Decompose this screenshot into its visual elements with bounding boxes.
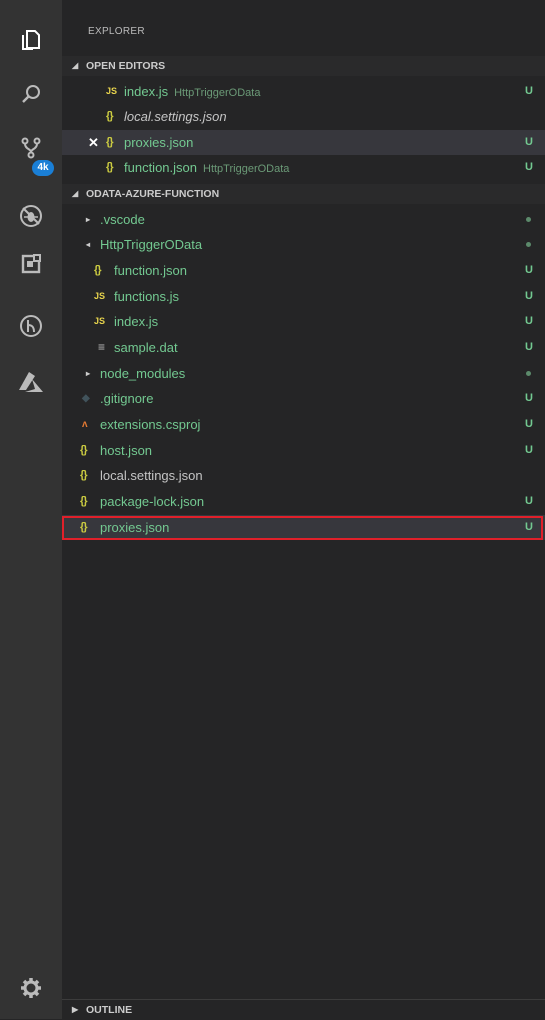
json-file-icon: {} <box>80 444 88 456</box>
outline-header[interactable]: ▶ OUTLINE <box>62 999 545 1020</box>
file-item[interactable]: JS index.js U <box>62 309 545 334</box>
open-editor-item[interactable]: {} local.settings.json <box>62 104 545 129</box>
activity-bar: 4k <box>0 0 62 1019</box>
search-icon <box>22 85 40 103</box>
file-name: function.json <box>114 263 187 278</box>
extensions-button[interactable] <box>0 240 62 288</box>
text-file-icon: ≡ <box>98 340 106 354</box>
modified-dot <box>526 217 531 222</box>
files-icon <box>22 30 40 50</box>
untracked-status: U <box>525 161 533 173</box>
open-editor-item-active[interactable]: ✕ {} proxies.json U <box>62 130 545 155</box>
untracked-status: U <box>525 341 533 353</box>
open-editor-item[interactable]: JS index.js HttpTriggerOData U <box>62 79 545 104</box>
json-file-icon: {} <box>106 136 114 148</box>
file-item[interactable]: {} local.settings.json <box>62 463 545 488</box>
file-name: node_modules <box>100 366 186 381</box>
file-name: index.js <box>124 84 169 99</box>
debug-button[interactable] <box>0 192 62 240</box>
debug-icon <box>20 205 42 227</box>
chevron-down-icon: ◢ <box>72 61 79 70</box>
git-file-icon: ◆ <box>82 393 90 404</box>
timeline-icon <box>20 315 42 337</box>
close-icon[interactable]: ✕ <box>88 130 99 155</box>
file-description: HttpTriggerOData <box>203 163 290 175</box>
folder-item[interactable]: ▸ .vscode <box>62 207 545 232</box>
file-item[interactable]: ◆ .gitignore U <box>62 386 545 411</box>
gear-icon <box>21 978 41 998</box>
file-item[interactable]: {} package-lock.json U <box>62 489 545 514</box>
json-file-icon: {} <box>80 469 88 481</box>
file-name: .vscode <box>100 212 145 227</box>
open-editors-header[interactable]: ◢ OPEN EDITORS <box>62 56 545 76</box>
file-item[interactable]: {} host.json U <box>62 438 545 463</box>
chevron-right-icon: ▶ <box>72 1005 79 1014</box>
file-name: local.settings.json <box>100 468 203 483</box>
file-name: function.json <box>124 160 197 175</box>
azure-button[interactable] <box>0 358 62 406</box>
file-name: HttpTriggerOData <box>100 237 203 252</box>
file-item[interactable]: JS functions.js U <box>62 284 545 309</box>
untracked-status: U <box>525 290 533 302</box>
untracked-status: U <box>525 444 533 456</box>
explorer-title: EXPLORER <box>88 26 145 37</box>
file-name: extensions.csproj <box>100 417 201 432</box>
file-name: local.settings.json <box>124 109 227 124</box>
file-name: package-lock.json <box>100 494 205 509</box>
file-name: proxies.json <box>124 135 194 150</box>
chevron-right-icon: ▸ <box>86 215 91 224</box>
untracked-status: U <box>525 136 533 148</box>
chevron-down-icon: ◢ <box>72 189 79 198</box>
untracked-status: U <box>525 85 533 97</box>
folder-item[interactable]: ◂ HttpTriggerOData <box>62 232 545 257</box>
extensions-icon <box>21 254 41 274</box>
file-name: functions.js <box>114 289 180 304</box>
modified-dot <box>526 242 531 247</box>
javascript-file-icon: JS <box>94 316 106 326</box>
highlight-box <box>62 516 543 540</box>
timeline-button[interactable] <box>0 302 62 350</box>
modified-dot <box>526 371 531 376</box>
json-file-icon: {} <box>106 110 114 122</box>
file-name: .gitignore <box>100 391 154 406</box>
file-item[interactable]: ≡ sample.dat U <box>62 335 545 360</box>
explorer-sidebar: EXPLORER ◢ OPEN EDITORS JS index.js HttpT… <box>62 0 545 1020</box>
file-name: sample.dat <box>114 340 178 355</box>
workspace-header[interactable]: ◢ ODATA-AZURE-FUNCTION <box>62 184 545 204</box>
json-file-icon: {} <box>94 264 102 276</box>
source-control-icon <box>21 137 41 159</box>
azure-icon <box>19 372 43 392</box>
file-item[interactable]: ʌ extensions.csproj U <box>62 412 545 437</box>
file-name: index.js <box>114 314 159 329</box>
json-file-icon: {} <box>80 495 88 507</box>
folder-item[interactable]: ▸ node_modules <box>62 361 545 386</box>
untracked-status: U <box>525 495 533 507</box>
file-name: host.json <box>100 443 153 458</box>
file-description: HttpTriggerOData <box>174 87 261 99</box>
chevron-down-icon: ◂ <box>86 240 91 249</box>
file-item[interactable]: {} function.json U <box>62 258 545 283</box>
chevron-right-icon: ▸ <box>86 369 91 378</box>
untracked-status: U <box>525 418 533 430</box>
javascript-file-icon: JS <box>106 86 118 96</box>
search-button[interactable] <box>0 70 62 118</box>
explorer-button[interactable] <box>0 16 62 64</box>
javascript-file-icon: JS <box>94 291 106 301</box>
untracked-status: U <box>525 315 533 327</box>
source-control-badge: 4k <box>32 160 54 176</box>
csproj-file-icon: ʌ <box>82 419 88 430</box>
manage-button[interactable] <box>0 964 62 1012</box>
json-file-icon: {} <box>106 161 114 173</box>
untracked-status: U <box>525 392 533 404</box>
untracked-status: U <box>525 264 533 276</box>
open-editor-item[interactable]: {} function.json HttpTriggerOData U <box>62 155 545 180</box>
